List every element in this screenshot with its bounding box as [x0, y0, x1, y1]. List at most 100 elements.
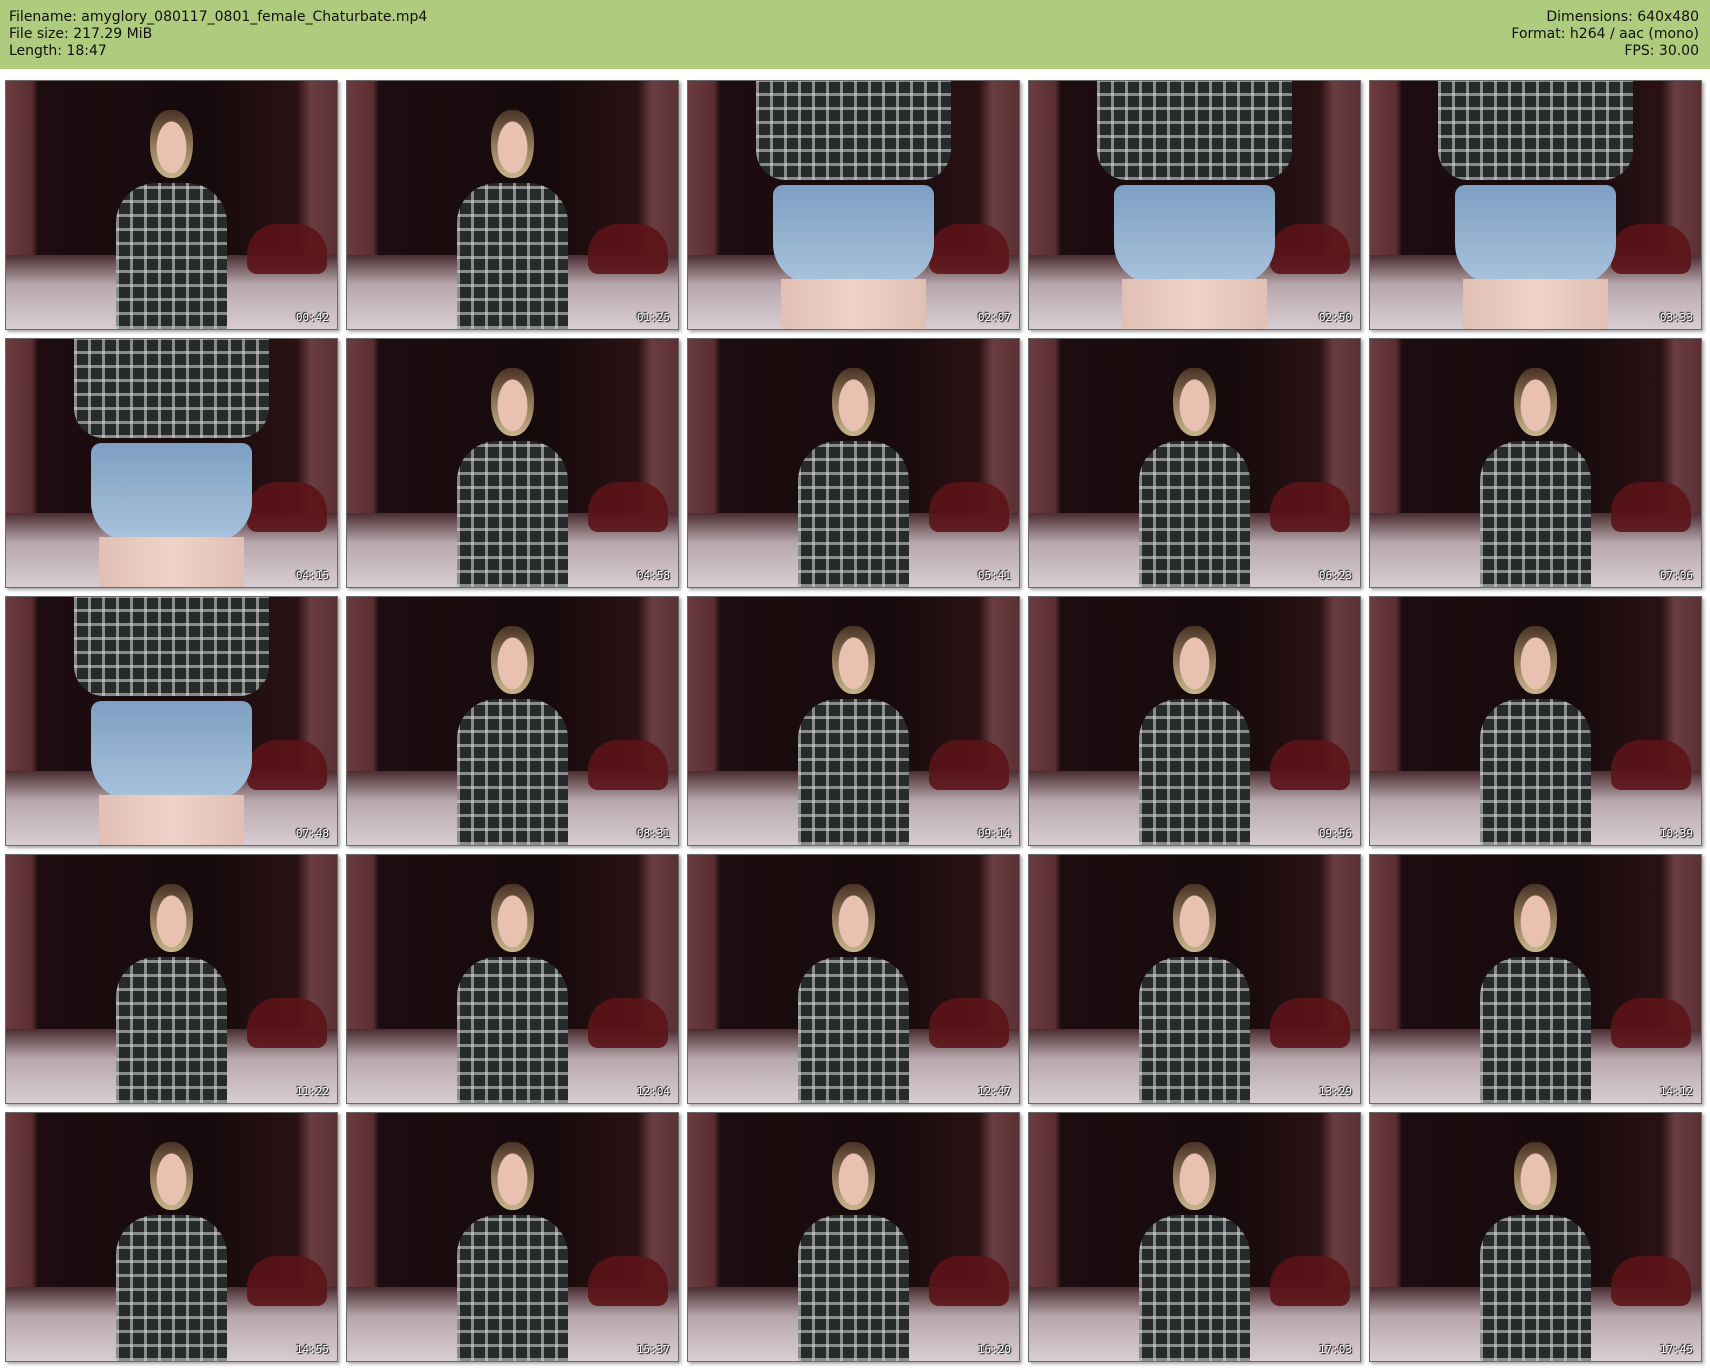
figure-shirt	[1479, 440, 1592, 587]
figure-head	[832, 625, 875, 695]
video-frame-thumbnail[interactable]: 12:47	[687, 854, 1020, 1104]
figure-head	[150, 1141, 193, 1211]
frame-pillow-shape	[1611, 740, 1691, 791]
figure-shirt	[456, 440, 569, 587]
frame-timestamp: 02:07	[977, 311, 1011, 324]
figure-shirt	[1138, 1214, 1251, 1361]
frame-timestamp: 10:39	[1659, 827, 1693, 840]
file-info: Filename: amyglory_080117_0801_female_Ch…	[9, 9, 427, 60]
figure-head	[1514, 367, 1557, 437]
video-frame-thumbnail[interactable]: 00:42	[5, 80, 338, 330]
figure-shorts	[90, 701, 252, 801]
frame-pillow-shape	[1270, 482, 1350, 533]
figure-shirt	[74, 597, 269, 697]
frame-timestamp: 12:04	[636, 1085, 670, 1098]
frame-pillow-shape	[1270, 1256, 1350, 1307]
frame-pillow-shape	[1270, 998, 1350, 1049]
dimensions-text: Dimensions: 640x480	[1546, 9, 1699, 25]
frame-timestamp: 06:23	[1318, 569, 1352, 582]
video-frame-thumbnail[interactable]: 04:15	[5, 338, 338, 588]
figure-shirt	[456, 1214, 569, 1361]
figure-legs	[1463, 279, 1608, 329]
thumbnail-grid: 00:42 01:25 02:07 02:50 03:33 04:15 04:58 05:41…	[5, 80, 1702, 1362]
frame-pillow-shape	[588, 1256, 668, 1307]
figure-shorts	[772, 185, 934, 285]
frame-timestamp: 16:20	[977, 1343, 1011, 1356]
video-frame-thumbnail[interactable]: 14:12	[1369, 854, 1702, 1104]
video-frame-thumbnail[interactable]: 06:23	[1028, 338, 1361, 588]
video-frame-thumbnail[interactable]: 17:45	[1369, 1112, 1702, 1362]
figure-head	[832, 367, 875, 437]
frame-timestamp: 14:55	[295, 1343, 329, 1356]
frame-pillow-shape	[1611, 1256, 1691, 1307]
frame-pillow-shape	[1611, 482, 1691, 533]
frame-timestamp: 14:12	[1659, 1085, 1693, 1098]
video-frame-thumbnail[interactable]: 08:31	[346, 596, 679, 846]
frame-pillow-shape	[588, 998, 668, 1049]
frame-person-figure	[66, 597, 278, 845]
frame-pillow-shape	[929, 482, 1009, 533]
frame-person-figure	[1469, 617, 1601, 845]
figure-head	[832, 1141, 875, 1211]
figure-shirt	[1438, 81, 1633, 181]
frame-pillow-shape	[929, 740, 1009, 791]
figure-head	[491, 367, 534, 437]
figure-head	[150, 883, 193, 953]
figure-shirt	[1479, 698, 1592, 845]
frame-person-figure	[1128, 359, 1260, 587]
video-frame-thumbnail[interactable]: 05:41	[687, 338, 1020, 588]
figure-head	[832, 883, 875, 953]
figure-shorts	[1454, 185, 1616, 285]
video-frame-thumbnail[interactable]: 14:55	[5, 1112, 338, 1362]
frame-timestamp: 07:48	[295, 827, 329, 840]
video-frame-thumbnail[interactable]: 15:37	[346, 1112, 679, 1362]
figure-shirt	[1479, 1214, 1592, 1361]
figure-head	[150, 109, 193, 179]
figure-head	[1173, 883, 1216, 953]
figure-shirt	[797, 698, 910, 845]
figure-head	[1514, 883, 1557, 953]
video-frame-thumbnail[interactable]: 10:39	[1369, 596, 1702, 846]
frame-timestamp: 04:15	[295, 569, 329, 582]
frame-person-figure	[446, 101, 578, 329]
figure-head	[491, 1141, 534, 1211]
video-frame-thumbnail[interactable]: 02:07	[687, 80, 1020, 330]
video-frame-thumbnail[interactable]: 02:50	[1028, 80, 1361, 330]
video-frame-thumbnail[interactable]: 16:20	[687, 1112, 1020, 1362]
video-frame-thumbnail[interactable]: 09:56	[1028, 596, 1361, 846]
figure-legs	[99, 795, 244, 845]
frame-timestamp: 07:06	[1659, 569, 1693, 582]
frame-person-figure	[66, 339, 278, 587]
figure-shirt	[797, 1214, 910, 1361]
frame-timestamp: 17:03	[1318, 1343, 1352, 1356]
frame-pillow-shape	[247, 1256, 327, 1307]
frame-pillow-shape	[588, 224, 668, 275]
frame-pillow-shape	[929, 998, 1009, 1049]
figure-legs	[1122, 279, 1267, 329]
frame-pillow-shape	[1611, 998, 1691, 1049]
video-frame-thumbnail[interactable]: 01:25	[346, 80, 679, 330]
video-frame-thumbnail[interactable]: 09:14	[687, 596, 1020, 846]
frame-timestamp: 04:58	[636, 569, 670, 582]
figure-shorts	[90, 443, 252, 543]
frame-person-figure	[1469, 1133, 1601, 1361]
frame-person-figure	[787, 359, 919, 587]
video-frame-thumbnail[interactable]: 07:48	[5, 596, 338, 846]
video-frame-thumbnail[interactable]: 11:22	[5, 854, 338, 1104]
figure-shirt	[456, 182, 569, 329]
frame-pillow-shape	[588, 482, 668, 533]
frame-person-figure	[787, 1133, 919, 1361]
video-frame-thumbnail[interactable]: 12:04	[346, 854, 679, 1104]
video-frame-thumbnail[interactable]: 04:58	[346, 338, 679, 588]
figure-legs	[99, 537, 244, 587]
video-frame-thumbnail[interactable]: 03:33	[1369, 80, 1702, 330]
frame-timestamp: 09:56	[1318, 827, 1352, 840]
video-frame-thumbnail[interactable]: 13:29	[1028, 854, 1361, 1104]
frame-person-figure	[1089, 81, 1301, 329]
frame-timestamp: 08:31	[636, 827, 670, 840]
video-frame-thumbnail[interactable]: 17:03	[1028, 1112, 1361, 1362]
frame-person-figure	[1128, 617, 1260, 845]
figure-head	[1173, 1141, 1216, 1211]
frame-person-figure	[105, 1133, 237, 1361]
video-frame-thumbnail[interactable]: 07:06	[1369, 338, 1702, 588]
